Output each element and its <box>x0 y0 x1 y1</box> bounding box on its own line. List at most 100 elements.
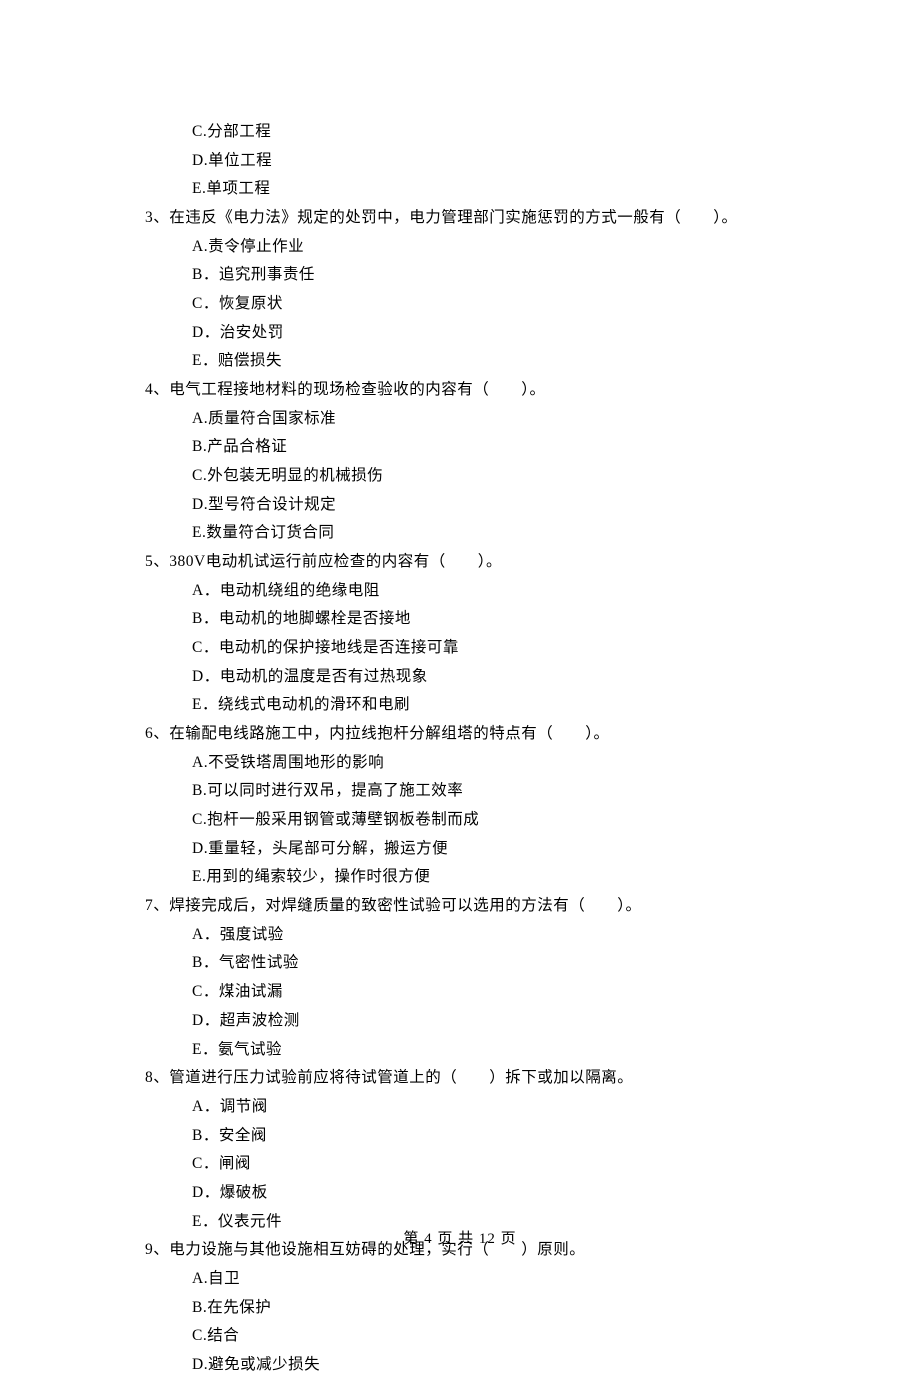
option-text: 结合 <box>207 1327 239 1344</box>
question-stem: 在输配电线路施工中，内拉线抱杆分解组塔的特点有（ ）。 <box>169 725 609 742</box>
option-row: E．赔偿损失 <box>145 347 775 376</box>
option-row: C．恢复原状 <box>145 290 775 319</box>
question-number: 6、 <box>145 720 169 749</box>
option-letter: D． <box>192 1184 220 1201</box>
option-text: 超声波检测 <box>220 1012 300 1029</box>
option-row: B.可以同时进行双吊，提高了施工效率 <box>145 777 775 806</box>
option-row: B．追究刑事责任 <box>145 261 775 290</box>
option-row: C．电动机的保护接地线是否连接可靠 <box>145 634 775 663</box>
option-row: C．煤油试漏 <box>145 978 775 1007</box>
option-row: A.自卫 <box>145 1265 775 1294</box>
option-letter: C. <box>192 123 207 140</box>
option-letter: A． <box>192 926 220 943</box>
option-row: C．闸阀 <box>145 1150 775 1179</box>
option-letter: C． <box>192 983 219 1000</box>
option-text: 绕线式电动机的滑环和电刷 <box>218 696 410 713</box>
option-text: 安全阀 <box>219 1127 267 1144</box>
question-number: 8、 <box>145 1064 169 1093</box>
document-content: C.分部工程D.单位工程E.单项工程 3、在违反《电力法》规定的处罚中，电力管理… <box>0 0 920 1380</box>
option-letter: C. <box>192 1327 207 1344</box>
option-text: 可以同时进行双吊，提高了施工效率 <box>207 782 463 799</box>
option-letter: E． <box>192 696 218 713</box>
option-letter: B. <box>192 782 207 799</box>
option-letter: E. <box>192 180 206 197</box>
option-row: D.避免或减少损失 <box>145 1351 775 1380</box>
option-row: A．强度试验 <box>145 921 775 950</box>
option-text: 单位工程 <box>208 152 272 169</box>
option-letter: C. <box>192 467 207 484</box>
option-letter: C． <box>192 639 219 656</box>
option-letter: B． <box>192 266 219 283</box>
option-row: D.型号符合设计规定 <box>145 491 775 520</box>
option-text: 单项工程 <box>206 180 270 197</box>
option-text: 电动机绕组的绝缘电阻 <box>220 582 380 599</box>
option-text: 在先保护 <box>207 1299 271 1316</box>
option-text: 用到的绳索较少，操作时很方便 <box>206 868 430 885</box>
option-text: 质量符合国家标准 <box>208 410 336 427</box>
question-stem: 380V电动机试运行前应检查的内容有（ ）。 <box>169 553 502 570</box>
option-row: B．电动机的地脚螺栓是否接地 <box>145 605 775 634</box>
option-text: 产品合格证 <box>207 438 287 455</box>
option-text: 治安处罚 <box>220 324 284 341</box>
option-text: 电动机的地脚螺栓是否接地 <box>219 610 411 627</box>
question-row: 3、在违反《电力法》规定的处罚中，电力管理部门实施惩罚的方式一般有（ ）。 <box>145 204 775 233</box>
option-row: E.数量符合订货合同 <box>145 519 775 548</box>
option-text: 数量符合订货合同 <box>206 524 334 541</box>
option-row: D．电动机的温度是否有过热现象 <box>145 663 775 692</box>
question-stem: 电气工程接地材料的现场检查验收的内容有（ ）。 <box>169 381 545 398</box>
option-text: 抱杆一般采用钢管或薄壁钢板卷制而成 <box>207 811 479 828</box>
option-letter: E. <box>192 524 206 541</box>
question-number: 5、 <box>145 548 169 577</box>
option-letter: C． <box>192 1155 219 1172</box>
option-text: 避免或减少损失 <box>208 1356 320 1373</box>
option-letter: B. <box>192 438 207 455</box>
option-letter: C. <box>192 811 207 828</box>
option-row: C.外包装无明显的机械损伤 <box>145 462 775 491</box>
option-letter: D. <box>192 496 208 513</box>
page-number: 第 4 页 共 12 页 <box>403 1231 516 1247</box>
option-row: E.用到的绳索较少，操作时很方便 <box>145 863 775 892</box>
option-text: 外包装无明显的机械损伤 <box>207 467 383 484</box>
option-row: A．电动机绕组的绝缘电阻 <box>145 577 775 606</box>
option-row: D．爆破板 <box>145 1179 775 1208</box>
option-letter: B. <box>192 1299 207 1316</box>
option-text: 闸阀 <box>219 1155 251 1172</box>
option-text: 强度试验 <box>220 926 284 943</box>
option-letter: D. <box>192 152 208 169</box>
option-text: 赔偿损失 <box>218 352 282 369</box>
question-number: 3、 <box>145 204 169 233</box>
option-row: A．调节阀 <box>145 1093 775 1122</box>
option-letter: B． <box>192 610 219 627</box>
question-row: 7、焊接完成后，对焊缝质量的致密性试验可以选用的方法有（ ）。 <box>145 892 775 921</box>
option-row: E．氨气试验 <box>145 1036 775 1065</box>
option-letter: D． <box>192 324 220 341</box>
option-row: D.重量轻，头尾部可分解，搬运方便 <box>145 835 775 864</box>
option-row: C.抱杆一般采用钢管或薄壁钢板卷制而成 <box>145 806 775 835</box>
option-text: 调节阀 <box>220 1098 268 1115</box>
option-letter: D． <box>192 668 220 685</box>
question-stem: 焊接完成后，对焊缝质量的致密性试验可以选用的方法有（ ）。 <box>169 897 641 914</box>
question-row: 8、管道进行压力试验前应将待试管道上的（ ）拆下或加以隔离。 <box>145 1064 775 1093</box>
option-letter: D. <box>192 840 208 857</box>
option-letter: A. <box>192 754 208 771</box>
option-row: A.不受铁塔周围地形的影响 <box>145 749 775 778</box>
option-text: 重量轻，头尾部可分解，搬运方便 <box>208 840 448 857</box>
option-letter: C． <box>192 295 219 312</box>
option-text: 爆破板 <box>220 1184 268 1201</box>
option-letter: E. <box>192 868 206 885</box>
option-row: B．气密性试验 <box>145 949 775 978</box>
question-number: 4、 <box>145 376 169 405</box>
question-row: 4、电气工程接地材料的现场检查验收的内容有（ ）。 <box>145 376 775 405</box>
option-row: A.责令停止作业 <box>145 233 775 262</box>
option-text: 型号符合设计规定 <box>208 496 336 513</box>
option-text: 氨气试验 <box>218 1041 282 1058</box>
option-text: 责令停止作业 <box>208 238 304 255</box>
option-letter: E． <box>192 1041 218 1058</box>
option-letter: E． <box>192 352 218 369</box>
option-letter: A． <box>192 1098 220 1115</box>
orphan-options-q2: C.分部工程D.单位工程E.单项工程 <box>145 118 775 204</box>
question-row: 5、380V电动机试运行前应检查的内容有（ ）。 <box>145 548 775 577</box>
option-letter: D. <box>192 1356 208 1373</box>
option-row: C.结合 <box>145 1322 775 1351</box>
question-stem: 管道进行压力试验前应将待试管道上的（ ）拆下或加以隔离。 <box>169 1069 633 1086</box>
